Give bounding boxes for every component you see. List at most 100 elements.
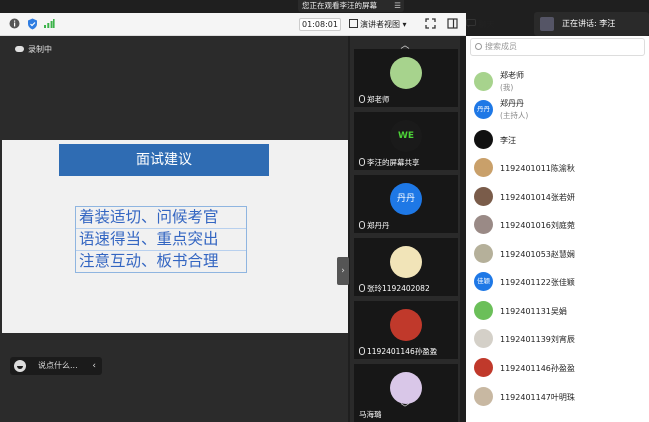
meeting-timer: 01:08:01	[299, 18, 341, 31]
video-tile[interactable]: 1192401146孙盈盈	[354, 301, 458, 359]
search-icon	[475, 43, 482, 50]
chevron-left-icon[interactable]: ‹	[92, 357, 96, 375]
quick-chat-input[interactable]: 说点什么... ‹	[10, 357, 102, 375]
member-item[interactable]: 1192401014张若妍	[474, 184, 644, 210]
signal-icon	[43, 18, 55, 30]
member-item[interactable]: 1192401147叶明珠	[474, 384, 644, 410]
member-name: 1192401147叶明珠	[500, 393, 575, 402]
member-item[interactable]: 1192401139刘宵辰	[474, 326, 644, 352]
member-name: 1192401146孙盈盈	[500, 364, 575, 373]
sidebar-icon[interactable]	[446, 18, 458, 30]
info-icon[interactable]	[8, 18, 20, 30]
avatar	[474, 387, 493, 406]
member-item[interactable]: 丹丹 郑丹丹 (主持人)	[474, 97, 644, 123]
tile-label: 李汪的屏幕共享	[367, 158, 420, 167]
slide-line: 注意互动、板书合理	[79, 252, 219, 270]
member-item[interactable]: 1192401053赵慧娴	[474, 241, 644, 267]
avatar: 丹丹	[390, 183, 422, 215]
tile-label: 郑丹丹	[367, 221, 390, 230]
video-tile[interactable]: 郑老师	[354, 49, 458, 107]
emoji-icon[interactable]	[14, 360, 26, 372]
avatar: 丹丹	[474, 100, 493, 119]
screen-share-banner: 您正在观看李汪的屏幕 ☰	[298, 0, 404, 12]
avatar	[474, 130, 493, 149]
chat-icon	[466, 19, 479, 29]
tile-label: 郑老师	[367, 95, 390, 104]
avatar: WE	[390, 120, 422, 152]
chat-label: 聊天	[478, 20, 495, 29]
avatar	[390, 372, 422, 404]
member-role: (我)	[500, 83, 514, 92]
member-name: 郑老师	[500, 71, 524, 80]
slide-line: 着装适切、问候考官	[76, 207, 246, 229]
video-tile[interactable]: WE 李汪的屏幕共享	[354, 112, 458, 170]
avatar	[474, 158, 493, 177]
member-search-input[interactable]: 搜索成员	[470, 38, 645, 56]
speaker-text: 正在讲话: 李汪	[562, 19, 616, 28]
member-name: 1192401014张若妍	[500, 193, 575, 202]
tile-label: 1192401146孙盈盈	[367, 347, 438, 356]
member-name: 1192401016刘庭菀	[500, 221, 575, 230]
member-name: 1192401011陈渝秋	[500, 164, 575, 173]
cloud-icon	[15, 46, 24, 52]
avatar	[474, 72, 493, 91]
menu-icon[interactable]: ☰	[394, 0, 401, 12]
member-name: 1192401139刘宵辰	[500, 335, 575, 344]
mic-icon	[359, 221, 365, 229]
avatar	[474, 301, 493, 320]
slide-body: 着装适切、问候考官 语速得当、重点突出 注意互动、板书合理	[75, 206, 247, 273]
tile-label: 张玲1192402082	[367, 284, 430, 293]
layout-icon	[349, 19, 358, 28]
chat-button[interactable]: 聊天	[466, 18, 495, 31]
screen-share-stage: 录制中 面试建议 着装适切、问候考官 语速得当、重点突出 注意互动、板书合理 说…	[0, 36, 349, 422]
chevron-down-icon: ▾	[402, 20, 407, 29]
tile-label: 马海璐	[359, 410, 382, 419]
mic-icon	[359, 347, 365, 355]
fullscreen-icon[interactable]	[424, 18, 436, 30]
avatar	[474, 329, 493, 348]
meeting-window: 您正在观看李汪的屏幕 ☰ 01:08:01 演讲者视图 ▾ 聊天 正在讲话: 李…	[0, 0, 649, 422]
view-label: 演讲者视图	[360, 20, 400, 29]
shared-slide: 面试建议 着装适切、问候考官 语速得当、重点突出 注意互动、板书合理	[2, 140, 348, 333]
member-item[interactable]: 1192401131吴娟	[474, 298, 644, 324]
recording-indicator: 录制中	[15, 44, 52, 55]
mic-icon	[359, 158, 365, 166]
speaker-view-button[interactable]: 演讲者视图 ▾	[349, 18, 407, 31]
video-gallery: ︿ 郑老师 WE 李汪的屏幕共享 丹丹 郑丹丹 张玲1192402082 119…	[350, 36, 460, 422]
member-name: 李汪	[500, 136, 516, 145]
avatar	[390, 246, 422, 278]
member-name: 1192401131吴娟	[500, 307, 567, 316]
member-role: (主持人)	[500, 111, 529, 120]
avatar	[474, 358, 493, 377]
avatar	[474, 244, 493, 263]
member-name: 郑丹丹	[500, 99, 524, 108]
mic-icon	[359, 284, 365, 292]
member-item[interactable]: 李汪	[474, 127, 644, 153]
shield-icon[interactable]	[26, 18, 38, 30]
collapse-handle[interactable]: ›	[337, 257, 349, 285]
banner-text: 您正在观看李汪的屏幕	[302, 1, 377, 10]
member-item[interactable]: 1192401011陈渝秋	[474, 155, 644, 181]
video-tile[interactable]: 张玲1192402082	[354, 238, 458, 296]
search-placeholder: 搜索成员	[485, 42, 517, 51]
recording-label: 录制中	[28, 45, 52, 54]
video-tile[interactable]: 丹丹 郑丹丹	[354, 175, 458, 233]
member-name: 1192401053赵慧娴	[500, 250, 575, 259]
avatar	[474, 187, 493, 206]
speaker-avatar	[540, 17, 554, 31]
active-speaker-indicator: 正在讲话: 李汪	[534, 12, 649, 36]
scroll-down-icon[interactable]: ﹀	[400, 404, 410, 414]
member-panel: 搜索成员 郑老师 (我) 丹丹 郑丹丹 (主持人) 李汪 1192401011陈…	[466, 36, 649, 422]
chat-placeholder: 说点什么...	[38, 361, 78, 370]
member-item[interactable]: 1192401146孙盈盈	[474, 355, 644, 381]
mic-icon	[359, 95, 365, 103]
slide-title: 面试建议	[59, 144, 269, 176]
member-item[interactable]: 1192401016刘庭菀	[474, 212, 644, 238]
avatar: 佳颖	[474, 272, 493, 291]
avatar	[474, 215, 493, 234]
avatar	[390, 57, 422, 89]
member-item[interactable]: 佳颖 1192401122张佳颖	[474, 269, 644, 295]
avatar	[390, 309, 422, 341]
member-item[interactable]: 郑老师 (我)	[474, 69, 644, 95]
member-name: 1192401122张佳颖	[500, 278, 575, 287]
